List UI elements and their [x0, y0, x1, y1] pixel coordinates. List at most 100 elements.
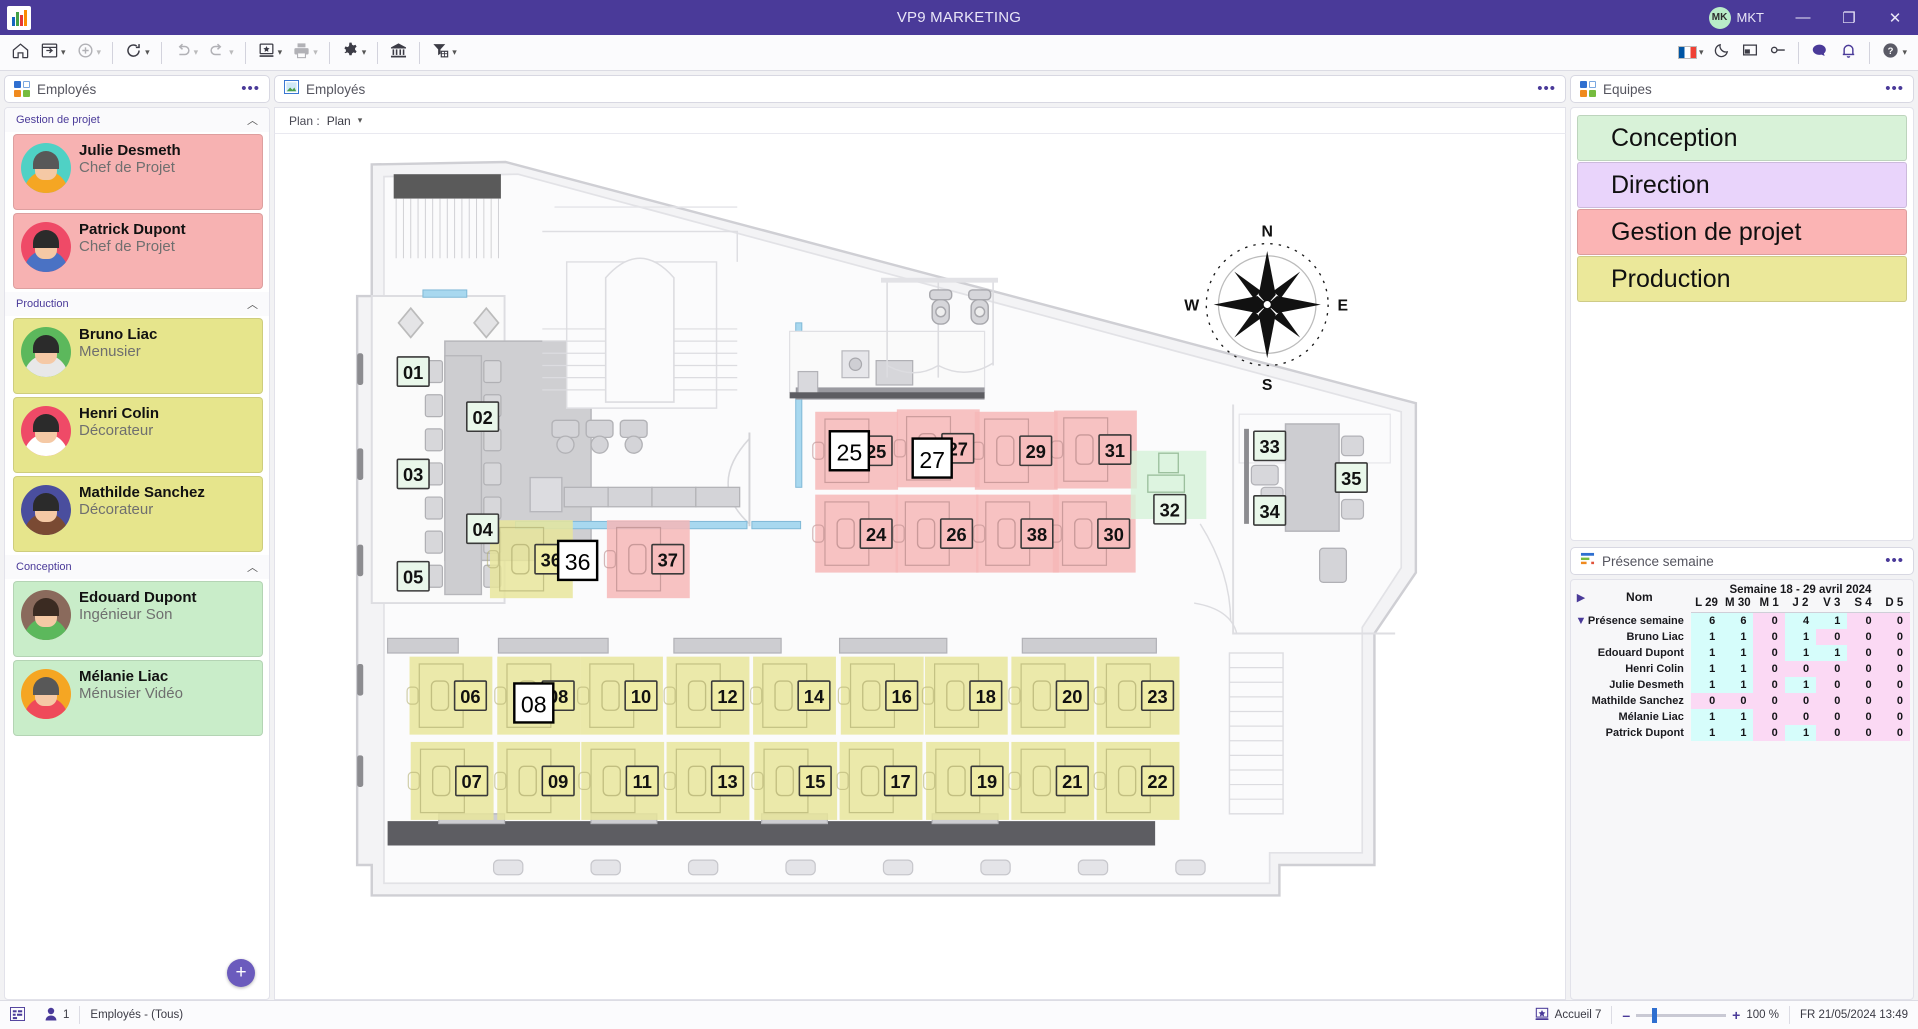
attendance-cell[interactable]: 0 — [1753, 661, 1785, 677]
attendance-cell[interactable]: 1 — [1722, 661, 1754, 677]
attendance-cell[interactable]: 0 — [1784, 693, 1817, 709]
attendance-cell[interactable]: 0 — [1847, 693, 1879, 709]
chevron-down-icon[interactable]: ▾ — [358, 115, 363, 126]
employees-panel-menu[interactable]: ••• — [241, 81, 260, 96]
attendance-cell[interactable]: 1 — [1690, 661, 1723, 677]
attendance-cell[interactable]: 1 — [1816, 612, 1848, 629]
teams-panel-header[interactable]: Equipes ••• — [1570, 75, 1914, 103]
chevron-down-icon[interactable]: ▾ — [278, 47, 283, 58]
attendance-row[interactable]: Mélanie Liac 1 1 0 0 0 0 0 — [1574, 709, 1910, 725]
export-button[interactable]: ▾ — [252, 38, 288, 68]
attendance-cell[interactable]: 0 — [1753, 645, 1785, 661]
attendance-cell[interactable]: 0 — [1878, 693, 1910, 709]
selected-desk-27[interactable]: 27 — [911, 437, 953, 479]
team-item[interactable]: Conception — [1577, 115, 1907, 161]
attendance-cell[interactable]: 0 — [1753, 709, 1785, 725]
chevron-down-icon[interactable]: ▾ — [313, 47, 318, 58]
attendance-cell[interactable]: 1 — [1722, 677, 1754, 693]
floorplan-panel-header[interactable]: Employés ••• — [274, 75, 1566, 103]
notifications-button[interactable] — [1834, 38, 1863, 68]
attendance-cell[interactable]: 6 — [1722, 612, 1754, 629]
attendance-cell[interactable]: 0 — [1847, 725, 1879, 741]
minimize-button[interactable]: — — [1780, 0, 1826, 35]
employee-card[interactable]: Patrick Dupont Chef de Projet — [13, 213, 263, 289]
home-button[interactable] — [6, 38, 35, 68]
employee-group-header-gestion-de-projet[interactable]: Gestion de projet ︿ — [5, 108, 269, 132]
attendance-cell[interactable]: 0 — [1816, 629, 1848, 645]
attendance-cell[interactable]: 1 — [1690, 709, 1723, 725]
attendance-cell[interactable]: 0 — [1816, 725, 1848, 741]
zoom-out-button[interactable]: – — [1622, 1007, 1630, 1023]
floorplan-svg[interactable]: N S W E 25 27 29 31 24 26 38 30 37 36 06 08 10 12 14 16… — [275, 134, 1565, 999]
employees-panel-header[interactable]: Employés ••• — [4, 75, 270, 103]
expand-arrow-icon[interactable]: ▶ — [1574, 582, 1588, 613]
attendance-cell[interactable]: 1 — [1784, 629, 1817, 645]
attendance-row[interactable]: Henri Colin 1 1 0 0 0 0 0 — [1574, 661, 1910, 677]
attendance-cell[interactable]: 0 — [1878, 709, 1910, 725]
attendance-cell[interactable]: 0 — [1816, 709, 1848, 725]
plan-value[interactable]: Plan — [327, 114, 351, 128]
attendance-cell[interactable]: 0 — [1784, 661, 1817, 677]
attendance-cell[interactable]: 0 — [1847, 677, 1879, 693]
column-header-nom[interactable]: Nom — [1588, 582, 1691, 613]
attendance-cell[interactable]: 1 — [1690, 677, 1723, 693]
selected-desk-36[interactable]: 36 — [556, 539, 599, 582]
chevron-down-icon[interactable]: ▾ — [145, 47, 150, 58]
attendance-cell[interactable]: 4 — [1784, 612, 1817, 629]
attendance-day-header[interactable]: D 5 — [1878, 597, 1910, 613]
attendance-cell[interactable]: 1 — [1722, 645, 1754, 661]
attendance-cell[interactable]: 0 — [1816, 677, 1848, 693]
attendance-day-header[interactable]: V 3 — [1816, 597, 1848, 613]
attendance-row[interactable]: Bruno Liac 1 1 0 1 0 0 0 — [1574, 629, 1910, 645]
attendance-panel-menu[interactable]: ••• — [1885, 553, 1904, 568]
language-button[interactable]: ▾ — [1673, 38, 1709, 68]
attendance-cell[interactable]: 0 — [1753, 677, 1785, 693]
settings-button[interactable]: ▾ — [336, 38, 372, 68]
team-item[interactable]: Production — [1577, 256, 1907, 302]
attendance-cell[interactable]: 0 — [1878, 645, 1910, 661]
attendance-cell[interactable]: 0 — [1722, 693, 1754, 709]
chat-button[interactable] — [1805, 38, 1834, 68]
attendance-cell[interactable]: 1 — [1816, 645, 1848, 661]
attendance-cell[interactable]: 1 — [1784, 645, 1817, 661]
attendance-cell[interactable]: 1 — [1722, 725, 1754, 741]
attendance-cell[interactable]: 6 — [1690, 612, 1723, 629]
attendance-row[interactable]: Julie Desmeth 1 1 0 1 0 0 0 — [1574, 677, 1910, 693]
team-item[interactable]: Direction — [1577, 162, 1907, 208]
attendance-cell[interactable]: 0 — [1690, 693, 1723, 709]
layout-button[interactable] — [1736, 38, 1764, 68]
attendance-cell[interactable]: 0 — [1847, 645, 1879, 661]
selected-desk-08[interactable]: 08 — [513, 682, 555, 724]
chevron-down-icon[interactable]: ▾ — [1902, 47, 1907, 58]
undo-button[interactable]: ▾ — [168, 38, 204, 68]
attendance-day-header[interactable]: S 4 — [1847, 597, 1879, 613]
chevron-down-icon[interactable]: ▾ — [194, 47, 199, 58]
attendance-day-header[interactable]: M 30 — [1722, 597, 1754, 613]
teams-panel-menu[interactable]: ••• — [1885, 81, 1904, 96]
attendance-cell[interactable]: 1 — [1784, 725, 1817, 741]
chevron-up-icon[interactable]: ︿ — [247, 559, 258, 575]
chevron-down-icon[interactable]: ▾ — [362, 47, 367, 58]
zoom-in-button[interactable]: + — [1732, 1007, 1740, 1023]
add-button[interactable]: ▾ — [71, 38, 107, 68]
zoom-slider-knob[interactable] — [1652, 1007, 1658, 1023]
attendance-cell[interactable]: 0 — [1847, 661, 1879, 677]
attendance-cell[interactable]: 0 — [1753, 693, 1785, 709]
employee-card[interactable]: Julie Desmeth Chef de Projet — [13, 134, 263, 210]
attendance-table-container[interactable]: ▶ Nom Semaine 18 - 29 avril 2024 L 29 M 3… — [1570, 579, 1914, 1000]
filter-button[interactable]: ▾ — [426, 38, 462, 68]
employee-group-header-conception[interactable]: Conception ︿ — [5, 555, 269, 579]
bank-button[interactable] — [384, 38, 413, 68]
chevron-down-icon[interactable]: ▾ — [61, 47, 66, 58]
zoom-control[interactable]: – + 100 % — [1612, 1001, 1789, 1029]
attendance-row[interactable]: Patrick Dupont 1 1 0 1 0 0 0 — [1574, 725, 1910, 741]
window-button[interactable]: ▾ — [35, 38, 71, 68]
floorplan-panel-menu[interactable]: ••• — [1537, 81, 1556, 96]
employee-card[interactable]: Mathilde Sanchez Décorateur — [13, 476, 263, 552]
employee-card[interactable]: Bruno Liac Menusier — [13, 318, 263, 394]
attendance-day-header[interactable]: M 1 — [1753, 597, 1785, 613]
close-button[interactable]: ✕ — [1872, 0, 1918, 35]
floorplan-canvas[interactable]: N S W E 25 27 29 31 24 26 38 30 37 36 06 08 10 12 14 16… — [274, 133, 1566, 1000]
attendance-cell[interactable]: 1 — [1690, 725, 1723, 741]
attendance-cell[interactable]: 0 — [1847, 629, 1879, 645]
